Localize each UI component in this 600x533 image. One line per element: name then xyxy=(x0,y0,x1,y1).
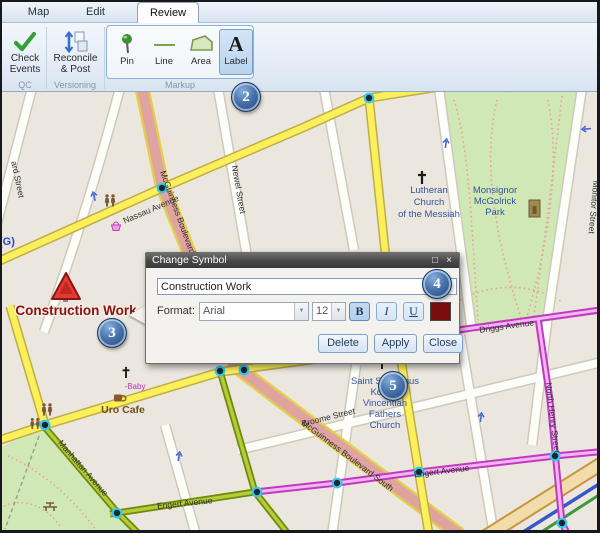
green-check-icon xyxy=(6,27,44,53)
line-icon xyxy=(148,30,180,56)
callout-badge-4: 4 xyxy=(422,269,452,299)
close-button[interactable]: Close xyxy=(423,334,463,353)
font-family-select[interactable]: Arial ▼ xyxy=(199,302,309,321)
line-label: Line xyxy=(155,56,173,67)
monument-icon xyxy=(529,200,540,217)
group-label-markup: Markup xyxy=(106,80,254,90)
apply-button[interactable]: Apply xyxy=(374,334,417,353)
app-frame: Map Edit Review Check Events xyxy=(2,2,597,530)
font-family-value: Arial xyxy=(203,305,292,317)
delete-button[interactable]: Delete xyxy=(318,334,368,353)
font-size-value: 12 xyxy=(316,305,329,317)
symbol-text-input[interactable] xyxy=(157,278,457,295)
polygon-icon xyxy=(185,30,217,56)
callout-badge-5: 5 xyxy=(378,371,408,401)
bold-button[interactable]: B xyxy=(349,302,370,321)
letter-a-icon: A xyxy=(220,30,252,56)
label-label: Label xyxy=(224,56,247,67)
tab-map[interactable]: Map xyxy=(10,2,67,23)
callout-badge-3: 3 xyxy=(97,318,127,348)
font-size-select[interactable]: 12 ▼ xyxy=(312,302,346,321)
cafe-label: Uro Cafe xyxy=(101,404,145,416)
poi-label: Church xyxy=(370,420,401,431)
group-label-qc: QC xyxy=(5,80,45,90)
park-label: McGolrick xyxy=(474,196,516,207)
ribbon: Map Edit Review Check Events xyxy=(2,2,597,92)
poi-label: of the Messiah xyxy=(398,209,460,220)
group-separator xyxy=(104,27,105,89)
color-swatch-button[interactable] xyxy=(430,302,451,321)
pushpin-icon xyxy=(111,30,143,56)
line-button[interactable]: Line xyxy=(147,29,181,75)
ribbon-body: Check Events Reconcile & Post xyxy=(2,23,597,91)
tab-edit[interactable]: Edit xyxy=(67,2,124,23)
area-label: Area xyxy=(191,56,211,67)
maximize-icon[interactable]: □ xyxy=(428,253,442,268)
reconcile-post-button[interactable]: Reconcile & Post xyxy=(48,26,103,78)
label-button[interactable]: A Label xyxy=(219,29,253,75)
dialog-title: Change Symbol xyxy=(152,254,227,266)
construction-label: Construction Work xyxy=(15,303,137,318)
dialog-title-bar[interactable]: Change Symbol xyxy=(146,253,459,268)
reconcile-post-label: Reconcile & Post xyxy=(54,53,98,75)
pin-button[interactable]: Pin xyxy=(110,29,144,75)
subway-g-label: (G) xyxy=(2,236,15,248)
format-label: Format: xyxy=(157,305,195,317)
callout-badge-2: 2 xyxy=(231,82,261,112)
close-icon[interactable]: × xyxy=(442,253,456,268)
poi-label: Vincentian xyxy=(363,398,407,409)
underline-button[interactable]: U xyxy=(403,302,424,321)
markup-group-box: Pin Line Area A Label xyxy=(106,25,254,79)
tab-review[interactable]: Review xyxy=(137,2,199,23)
poi-label: Fathers xyxy=(369,409,401,420)
chevron-down-icon[interactable]: ▼ xyxy=(294,303,308,320)
check-events-button[interactable]: Check Events xyxy=(5,26,45,78)
shop-label: -Baby xyxy=(125,382,146,391)
chevron-down-icon[interactable]: ▼ xyxy=(331,303,345,320)
area-button[interactable]: Area xyxy=(184,29,218,75)
park-label: Park xyxy=(485,207,505,218)
park-label: Monsignor xyxy=(473,185,517,196)
italic-button[interactable]: I xyxy=(376,302,397,321)
sync-arrows-docs-icon xyxy=(49,27,102,53)
check-events-label: Check Events xyxy=(10,53,41,75)
change-symbol-dialog: Change Symbol □× Format: Arial ▼ 12 ▼ B … xyxy=(145,252,460,364)
ribbon-tab-bar: Map Edit Review xyxy=(2,2,597,23)
app-window: Map Edit Review Check Events xyxy=(0,0,600,533)
group-label-versioning: Versioning xyxy=(46,80,104,90)
poi-label: Church xyxy=(414,197,445,208)
pin-label: Pin xyxy=(120,56,134,67)
poi-label: Lutheran xyxy=(410,185,448,196)
